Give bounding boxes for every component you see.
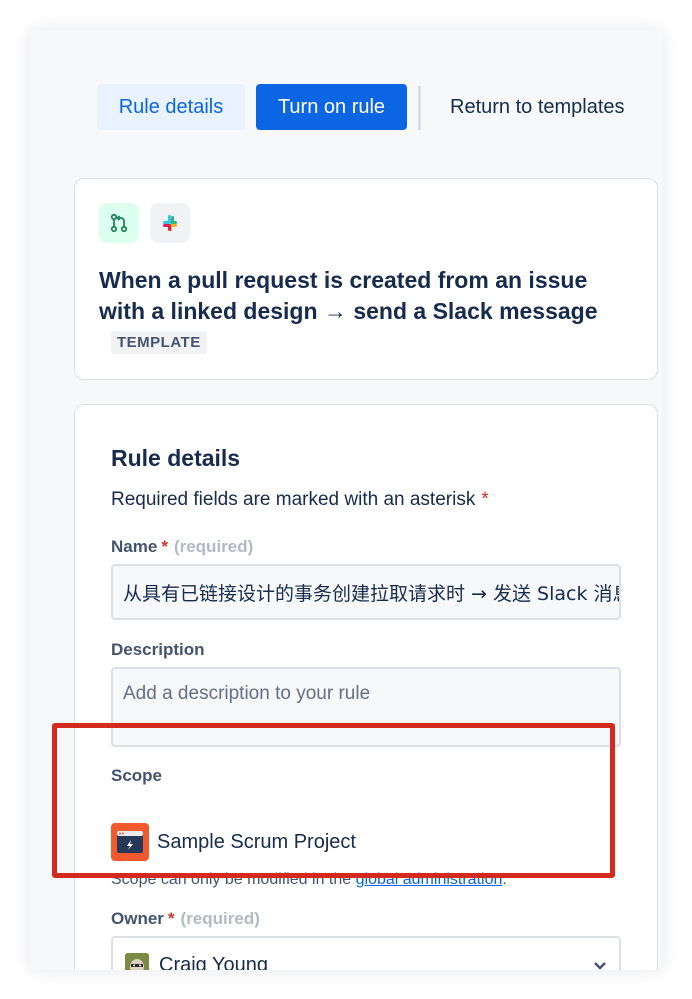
scope-highlight-box: [52, 723, 615, 878]
section-title: Rule details: [111, 445, 241, 471]
owner-required-hint: (required): [180, 909, 260, 928]
name-label-text: Name: [111, 537, 158, 556]
slack-icon: [150, 203, 190, 243]
owner-name: Craig Young: [159, 953, 268, 971]
required-asterisk: *: [481, 489, 489, 510]
chevron-down-icon[interactable]: [593, 955, 607, 971]
required-note-text: Required fields are marked with an aster…: [111, 489, 476, 510]
name-field[interactable]: 从具有已链接设计的事务创建拉取请求时 → 发送 Slack 消息: [111, 564, 621, 620]
owner-label: Owner * (required): [111, 909, 260, 929]
rule-details-button[interactable]: Rule details: [97, 84, 245, 130]
owner-required-asterisk: *: [167, 909, 175, 928]
description-label: Description: [111, 640, 205, 659]
template-card: When a pull request is created from an i…: [74, 178, 658, 380]
turn-on-rule-button[interactable]: Turn on rule: [256, 84, 407, 130]
name-label: Name * (required): [111, 537, 253, 557]
required-fields-note: Required fields are marked with an aster…: [111, 489, 489, 511]
owner-label-text: Owner: [111, 909, 164, 928]
name-required-asterisk: *: [161, 537, 168, 556]
toolbar-divider: [418, 86, 421, 130]
git-pull-request-icon: [99, 203, 139, 243]
rule-details-card: Rule details Required fields are marked …: [74, 404, 658, 970]
template-title: When a pull request is created from an i…: [99, 267, 598, 324]
return-to-templates-button[interactable]: Return to templates: [438, 84, 654, 130]
avatar: [125, 953, 149, 970]
template-badge: TEMPLATE: [111, 331, 207, 354]
owner-select[interactable]: Craig Young: [111, 936, 621, 970]
name-required-hint: (required): [173, 537, 254, 556]
